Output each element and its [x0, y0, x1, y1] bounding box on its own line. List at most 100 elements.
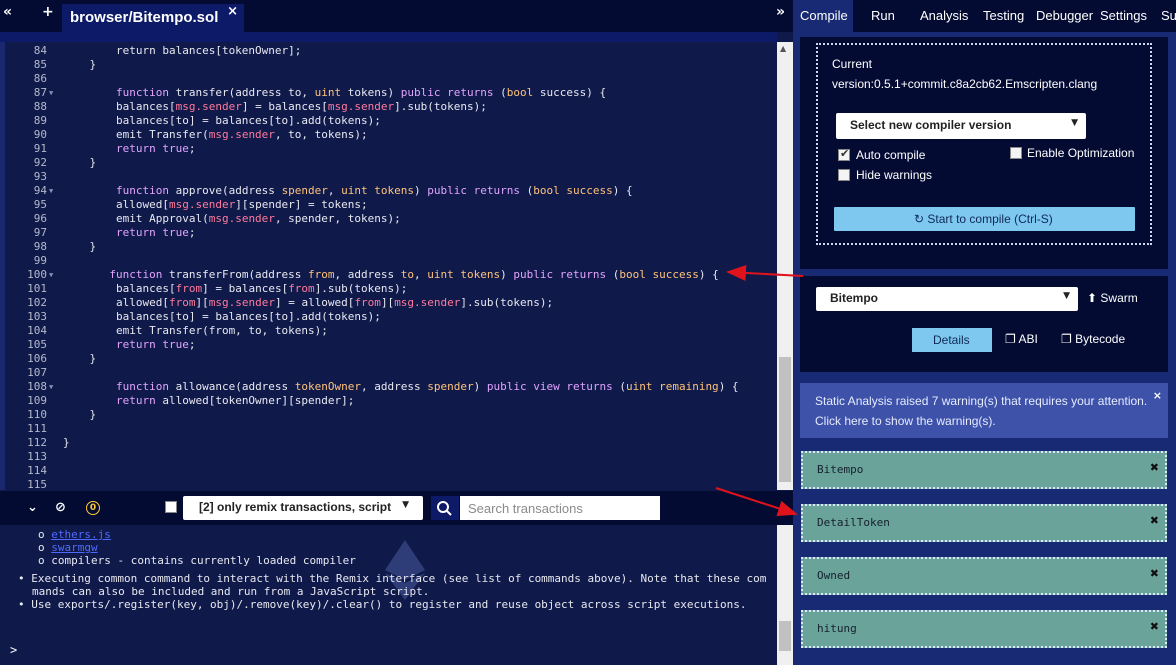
clear-console-icon[interactable]: ⊘ [55, 500, 66, 515]
line-number: 99 [33, 254, 47, 267]
code-token: , to, tokens); [274, 128, 368, 141]
code-line: 115 [5, 478, 775, 490]
code-text: } [63, 58, 96, 72]
tab-label: browser/Bitempo.sol [70, 9, 219, 26]
editor-scroll-thumb[interactable] [779, 357, 791, 482]
details-button[interactable]: Details [912, 328, 992, 352]
code-token: transfer(address to, [175, 86, 315, 99]
code-editor[interactable]: 84 return balances[tokenOwner]; 85 } 86 87 ▼… [5, 42, 777, 490]
warning-card-hitung[interactable]: hitung ✖ [801, 610, 1167, 648]
code-token: allowed[ [63, 198, 169, 211]
terminal-line: o compilers - contains currently loaded … [38, 554, 356, 567]
warning-card-detailtoken[interactable]: DetailToken ✖ [801, 504, 1167, 542]
abi-button[interactable]: ❐ ABI [1005, 332, 1038, 346]
search-icon [437, 501, 452, 516]
fold-arrow-icon[interactable]: ▼ [49, 380, 53, 394]
checkmark-icon: ✔ [840, 147, 850, 160]
line-number: 98 [33, 240, 47, 253]
chevron-down-icon: ▼ [1071, 118, 1078, 128]
tab-bitempo-sol[interactable]: browser/Bitempo.sol × [62, 4, 244, 32]
code-text: } [63, 408, 96, 422]
listen-network-checkbox[interactable] [165, 501, 177, 513]
code-token: } [63, 240, 97, 253]
code-token: bool [506, 86, 534, 99]
code-line: 89 balances[to] = balances[to].add(token… [5, 114, 775, 128]
close-icon[interactable]: ✖ [1150, 567, 1159, 580]
bytecode-button[interactable]: ❐ Bytecode [1061, 332, 1125, 346]
enable-optimization-label: Enable Optimization [1027, 146, 1135, 160]
close-icon[interactable]: × [1153, 389, 1162, 402]
code-token: success [566, 184, 613, 197]
code-token: } [63, 352, 97, 365]
close-icon[interactable]: ✖ [1150, 461, 1159, 474]
search-button[interactable] [431, 496, 459, 520]
code-line: 112} [5, 436, 775, 450]
code-text: return true; [63, 338, 196, 352]
fold-arrow-icon[interactable]: ▼ [49, 184, 53, 198]
tab-settings[interactable]: Settings [1100, 8, 1147, 23]
close-tab-icon[interactable]: × [227, 4, 238, 19]
tab-compile[interactable]: Compile [800, 8, 848, 23]
terminal-scroll-thumb[interactable] [779, 621, 791, 651]
warning-card-label: Bitempo [817, 463, 864, 476]
minimize-terminal-icon[interactable]: ⌄ [27, 500, 38, 515]
tab-analysis[interactable]: Analysis [920, 8, 968, 23]
compiler-version-select[interactable]: Select new compiler version ▼ [836, 113, 1086, 139]
code-token: return balances[tokenOwner]; [63, 44, 302, 57]
code-text: return true; [63, 226, 196, 240]
code-token: uint tokens [427, 268, 501, 281]
tab-run[interactable]: Run [871, 8, 895, 23]
static-analysis-alert[interactable]: Static Analysis raised 7 warning(s) that… [800, 383, 1168, 438]
code-token: ].sub(tokens); [314, 282, 408, 295]
fold-arrow-icon[interactable]: ▼ [49, 268, 53, 282]
new-file-icon[interactable]: + [42, 4, 54, 20]
scroll-up-icon[interactable]: ▲ [780, 44, 786, 53]
line-number: 114 [27, 464, 47, 477]
warning-card-bitempo[interactable]: Bitempo ✖ [801, 451, 1167, 489]
code-token: from [308, 268, 335, 281]
code-token: msg.sender [208, 296, 275, 309]
code-token: ( [619, 380, 626, 393]
tab-support[interactable]: Su [1161, 8, 1176, 23]
code-token: approve(address [175, 184, 282, 197]
start-compile-button[interactable]: ↻ Start to compile (Ctrl-S) [834, 207, 1135, 231]
code-line: 110 } [5, 408, 775, 422]
collapse-left-icon[interactable]: « [3, 4, 12, 20]
tab-testing[interactable]: Testing [983, 8, 1024, 23]
code-token: ) [500, 268, 514, 281]
code-token: public view returns [486, 380, 620, 393]
close-icon[interactable]: ✖ [1150, 514, 1159, 527]
bullet: o [38, 528, 45, 541]
auto-compile-checkbox[interactable]: ✔ [838, 147, 850, 161]
editor-scrollbar[interactable]: ▲ [777, 42, 793, 490]
terminal-link[interactable]: ethers.js [51, 528, 111, 541]
contract-select[interactable]: Bitempo ▼ [816, 287, 1078, 311]
code-line: 113 [5, 450, 775, 464]
line-number: 90 [33, 128, 47, 141]
code-line: 84 return balances[tokenOwner]; [5, 44, 775, 58]
enable-optimization-checkbox[interactable] [1010, 147, 1022, 159]
terminal-prompt[interactable]: > [10, 643, 17, 657]
warning-card-owned[interactable]: Owned ✖ [801, 557, 1167, 595]
code-token: tokenOwner [294, 380, 362, 393]
code-line: 102 allowed[from][msg.sender] = allowed[… [5, 296, 775, 310]
close-icon[interactable]: ✖ [1150, 620, 1159, 633]
code-token: emit Approval( [63, 212, 209, 225]
search-transactions-input[interactable] [460, 496, 660, 520]
code-token: to [400, 268, 415, 281]
terminal-line: mands can also be included and run from … [32, 585, 429, 598]
code-token: ] = balances[ [241, 100, 328, 113]
terminal-scrollbar[interactable] [777, 525, 793, 665]
transaction-filter-select[interactable]: [2] only remix transactions, script ▼ [183, 496, 423, 520]
pending-transactions-badge: 0 [86, 501, 100, 515]
expand-right-icon[interactable]: » [776, 4, 785, 20]
tab-debugger[interactable]: Debugger [1036, 8, 1093, 23]
line-number: 115 [27, 478, 47, 490]
hide-warnings-checkbox[interactable] [838, 169, 850, 181]
code-token: ] = allowed[ [274, 296, 355, 309]
fold-arrow-icon[interactable]: ▼ [49, 86, 53, 100]
swarm-button[interactable]: ⬆ Swarm [1087, 291, 1138, 305]
terminal-link[interactable]: swarmgw [51, 541, 97, 554]
bytecode-label: Bytecode [1075, 332, 1126, 346]
terminal-output: o ethers.js o swarmgw o compilers - contai… [0, 525, 777, 665]
